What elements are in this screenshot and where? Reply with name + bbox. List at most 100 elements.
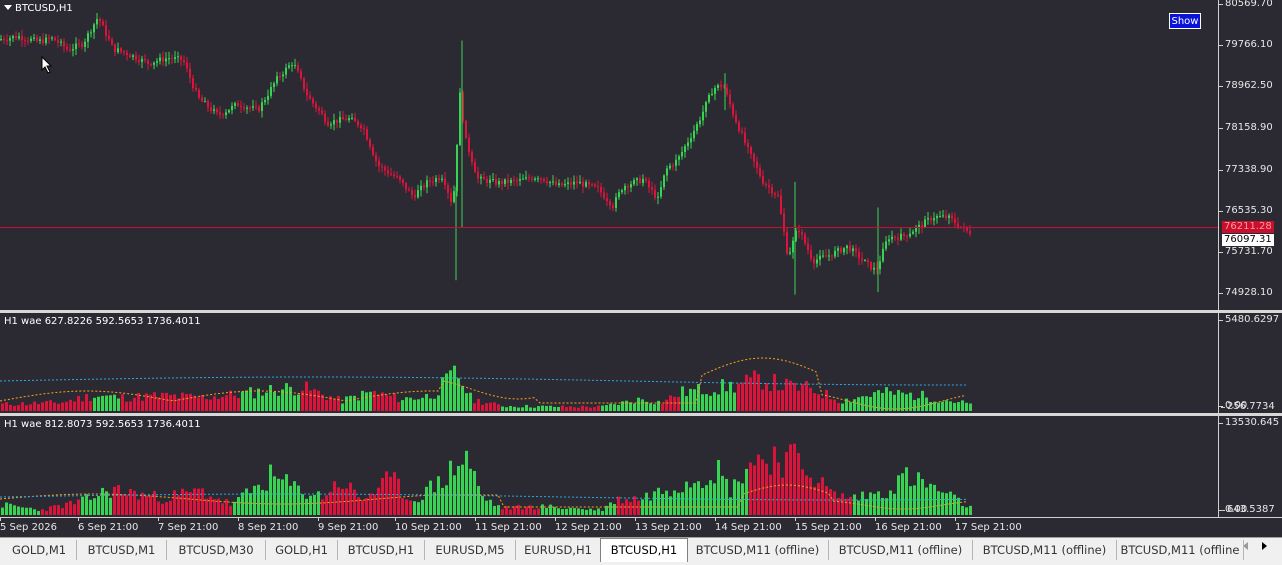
show-button[interactable]: Show (1169, 13, 1201, 29)
candles-group (0, 13, 971, 295)
histogram-bar (889, 490, 892, 515)
histogram-bar (809, 387, 812, 411)
chart-tab[interactable]: BTCUSD,H1 (600, 538, 688, 562)
candlestick-chart[interactable] (0, 0, 1218, 310)
histogram-bar (73, 401, 76, 411)
candle (231, 102, 233, 115)
candle (792, 236, 794, 259)
histogram-bar (229, 505, 232, 515)
histogram-bar (233, 395, 236, 411)
chart-tab[interactable]: EURUSD,M5 (425, 540, 516, 560)
indicator-1-current: 256.7734 (1221, 401, 1275, 412)
histogram-bar (877, 491, 880, 515)
wae-histogram-2[interactable] (0, 416, 1218, 517)
histogram-bar (273, 476, 276, 515)
histogram-bar (49, 506, 52, 515)
histogram-bar (849, 402, 852, 411)
candle (318, 106, 320, 115)
candle (249, 105, 251, 113)
histogram-bar (509, 405, 512, 411)
candle (141, 55, 143, 69)
histogram-bar (649, 403, 652, 411)
symbol-title[interactable]: BTCUSD,H1 (4, 3, 73, 14)
histogram-bar (313, 389, 316, 411)
price-axis[interactable]: 80569.70 79766.10 78962.50 78158.90 77338.90… (1218, 0, 1282, 310)
candle (966, 225, 968, 234)
candle (288, 62, 290, 70)
histogram-bar (465, 393, 468, 411)
histogram-bar (121, 494, 124, 515)
candle (654, 184, 656, 201)
dropdown-triangle-icon[interactable] (4, 5, 12, 10)
histogram-bar (245, 390, 248, 411)
candle (258, 104, 260, 113)
histogram-bar (909, 486, 912, 515)
chart-tab[interactable]: GOLD,H1 (266, 540, 338, 560)
histogram-bar (561, 509, 564, 515)
candle (201, 94, 203, 103)
histogram-bar (385, 394, 388, 411)
histogram-bar (461, 386, 464, 411)
candle (129, 53, 131, 58)
candle (57, 35, 59, 48)
histogram-bar (333, 398, 336, 411)
candle (936, 213, 938, 224)
indicator-2-axis[interactable]: 13530.645 0.00 643.5387 (1218, 416, 1282, 517)
histogram-bar (481, 496, 484, 515)
candle (45, 33, 47, 46)
chart-tab[interactable]: BTCUSD,M11 (offline (1117, 540, 1244, 560)
histogram-bar (45, 510, 48, 515)
histogram-bar (537, 508, 540, 515)
candle (60, 38, 62, 47)
wae-histogram-1[interactable] (0, 313, 1218, 413)
candle (681, 146, 683, 160)
chart-tab[interactable]: BTCUSD,M11 (offline) (973, 540, 1117, 560)
histogram-bar (681, 492, 684, 515)
candle (765, 181, 767, 189)
price-label: 74928.10 (1219, 287, 1273, 299)
indicator-pane-1[interactable]: H1 wae 627.8226 592.5653 1736.4011 (0, 313, 1218, 413)
candle (726, 83, 728, 97)
indicator-pane-2[interactable]: H1 wae 812.8073 592.5653 1736.4011 (0, 416, 1218, 517)
histogram-bar (101, 395, 104, 411)
tab-scroll-right-icon[interactable] (1262, 542, 1267, 550)
histogram-bar (545, 405, 548, 411)
chart-tab[interactable]: BTCUSD,H1 (338, 540, 425, 560)
histogram-bar (417, 502, 420, 515)
chart-tab[interactable]: GOLD,M1 (2, 540, 77, 560)
histogram-bar (965, 402, 968, 411)
histogram-bar (485, 500, 488, 515)
candle (21, 29, 23, 47)
candle (246, 105, 248, 114)
histogram-bar (29, 507, 32, 515)
histogram-bar (157, 501, 160, 515)
mouse-cursor-icon (41, 56, 53, 74)
histogram-bar (249, 493, 252, 515)
candle (483, 171, 485, 181)
price-chart-pane[interactable]: BTCUSD,H1 Show (0, 0, 1218, 310)
histogram-bar (493, 402, 496, 411)
chart-tab[interactable]: EURUSD,H1 (516, 540, 601, 560)
chart-tab[interactable]: BTCUSD,M11 (offline) (687, 540, 829, 560)
histogram-bar (477, 398, 480, 411)
histogram-bar (201, 394, 204, 411)
candle (333, 113, 335, 131)
candle (321, 106, 323, 116)
histogram-bar (473, 403, 476, 411)
histogram-bar (593, 510, 596, 515)
candle (156, 57, 158, 67)
candle (498, 178, 500, 188)
histogram-bar (313, 494, 316, 515)
histogram-bar (289, 386, 292, 411)
histogram-bar (85, 494, 88, 515)
chart-tab[interactable]: BTCUSD,M11 (offline) (829, 540, 973, 560)
candle (756, 156, 758, 174)
chart-tab[interactable]: BTCUSD,M1 (77, 540, 167, 560)
chart-tab[interactable]: BTCUSD,M30 (167, 540, 266, 560)
histogram-bar (441, 487, 444, 515)
histogram-bar (277, 478, 280, 515)
indicator-1-axis[interactable]: 5480.6297 0.00 256.7734 (1218, 313, 1282, 413)
histogram-bar (921, 390, 924, 411)
time-axis[interactable]: 5 Sep 2026 6 Sep 21:00 7 Sep 21:00 8 Sep 21… (0, 517, 1282, 538)
histogram-bar (797, 390, 800, 411)
